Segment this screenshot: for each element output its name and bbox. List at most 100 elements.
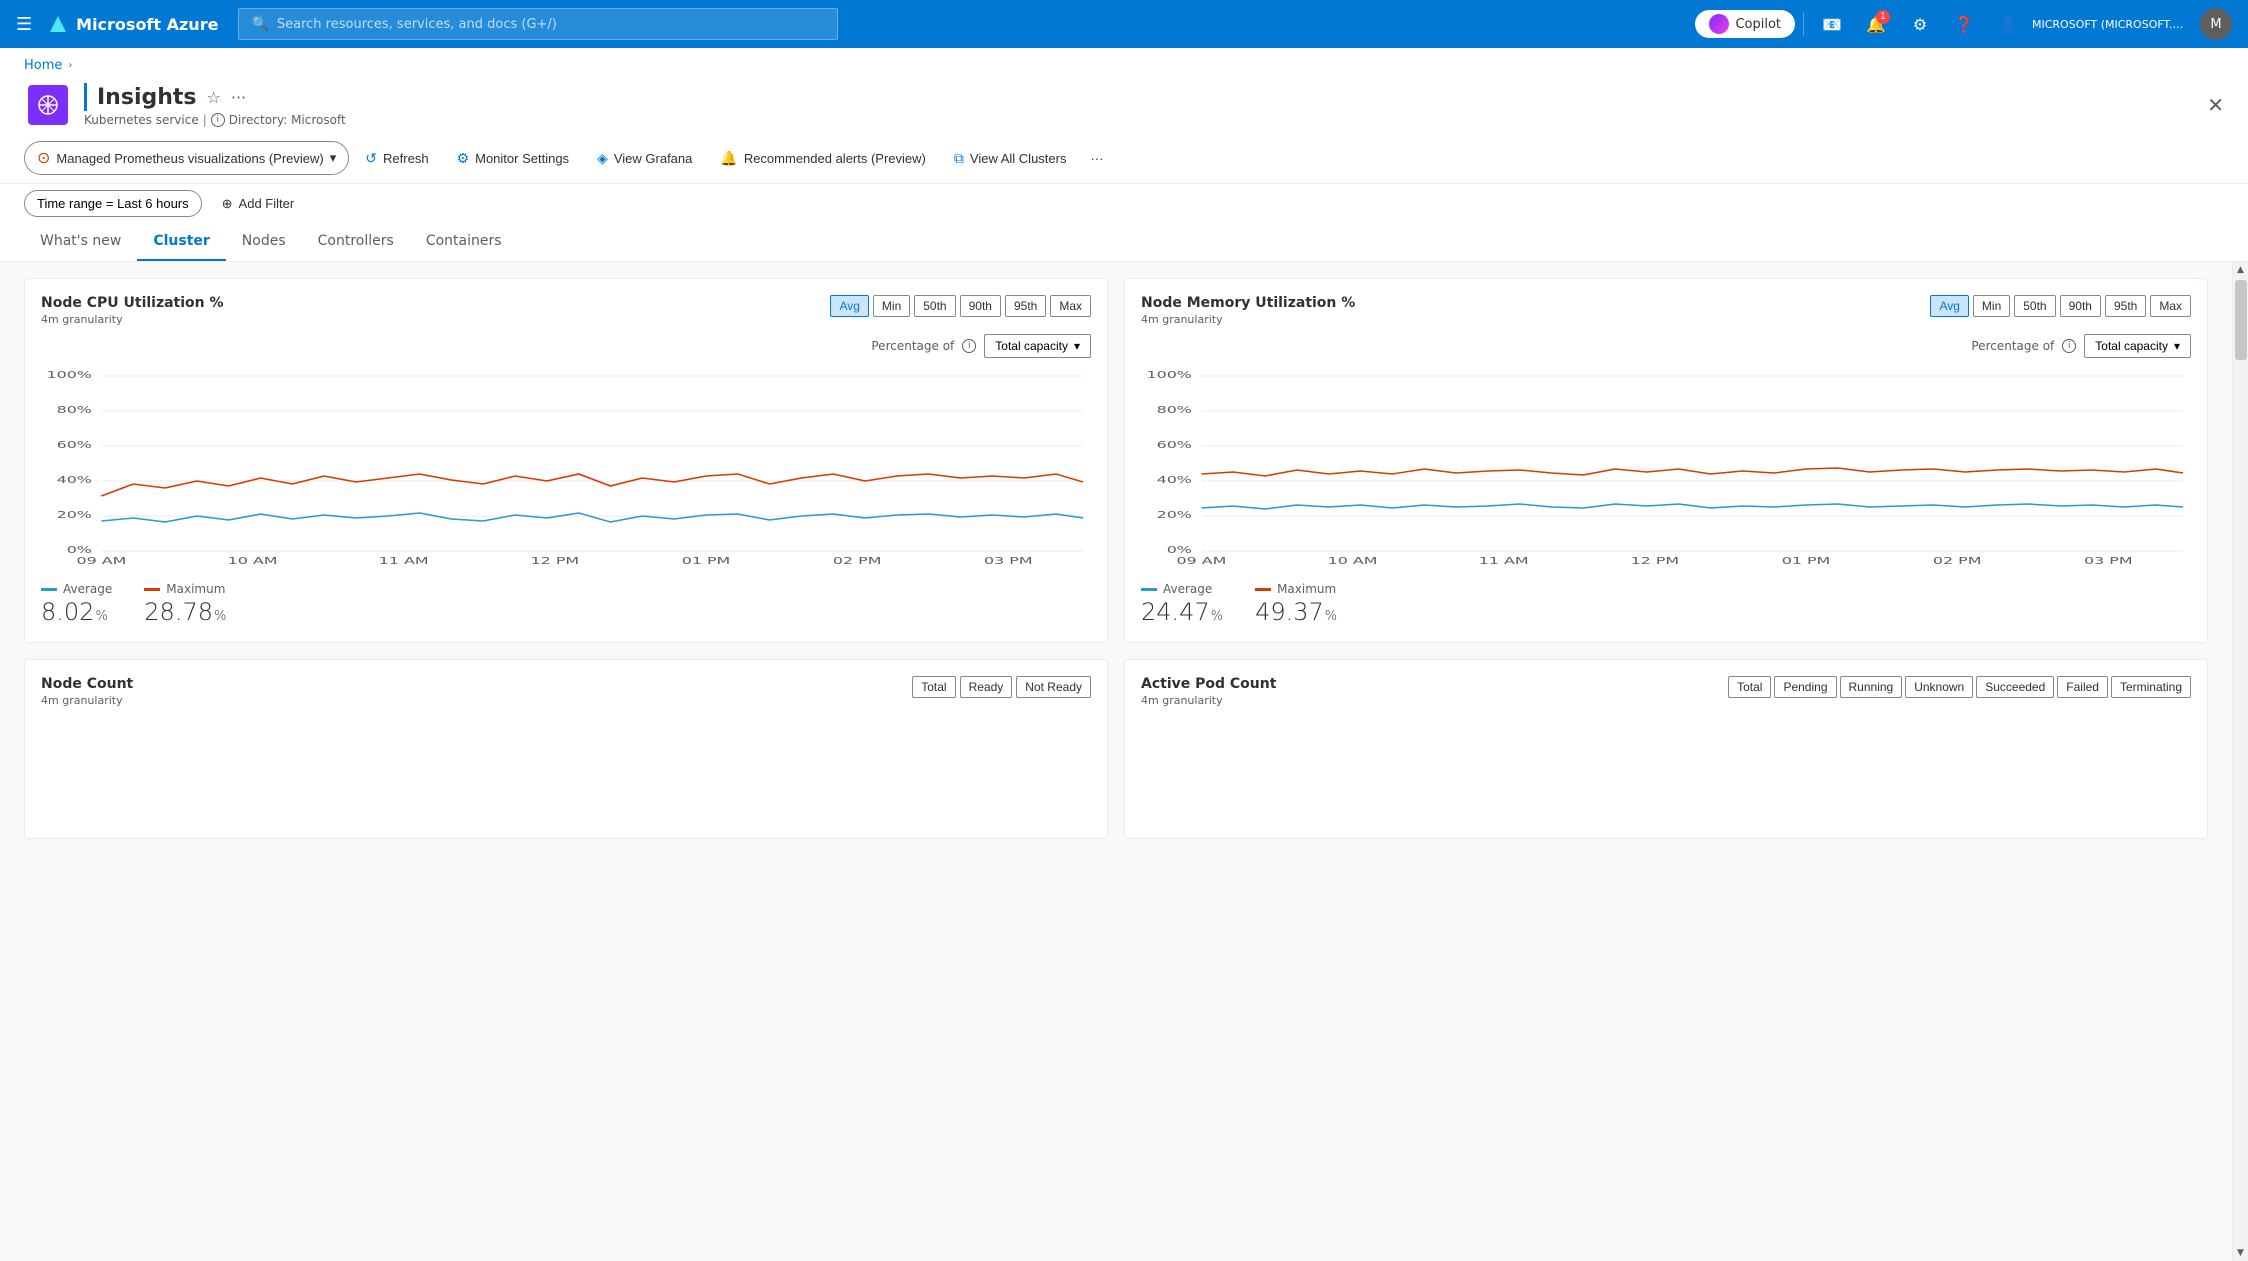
- pod-ctrl-succeeded[interactable]: Succeeded: [1976, 676, 2054, 698]
- main-with-scroll: Node CPU Utilization % 4m granularity Av…: [0, 262, 2232, 1261]
- tabs: What's new Cluster Nodes Controllers Con…: [0, 223, 2248, 262]
- memory-max-value: 49.37%: [1255, 598, 1337, 626]
- top-nav: ☰ Microsoft Azure 🔍 Search resources, se…: [0, 0, 2248, 48]
- add-filter-icon: ⊕: [222, 196, 233, 212]
- memory-ctrl-50th[interactable]: 50th: [2014, 295, 2055, 317]
- cpu-ctrl-min[interactable]: Min: [873, 295, 910, 317]
- favorite-icon[interactable]: ☆: [207, 88, 221, 107]
- pod-ctrl-pending[interactable]: Pending: [1774, 676, 1836, 698]
- breadcrumb-home[interactable]: Home: [24, 58, 62, 73]
- settings-button[interactable]: ⚙: [1900, 4, 1940, 44]
- prometheus-dropdown-button[interactable]: ⊙ Managed Prometheus visualizations (Pre…: [24, 141, 349, 175]
- memory-percentage-label: Percentage of: [1971, 339, 2054, 353]
- monitor-settings-button[interactable]: ⚙ Monitor Settings: [445, 144, 582, 173]
- memory-ctrl-95th[interactable]: 95th: [2105, 295, 2146, 317]
- memory-ctrl-min[interactable]: Min: [1973, 295, 2010, 317]
- cpu-max-label: Maximum: [166, 582, 225, 596]
- pod-ctrl-running[interactable]: Running: [1840, 676, 1903, 698]
- pod-ctrl-terminating[interactable]: Terminating: [2111, 676, 2191, 698]
- cpu-ctrl-max[interactable]: Max: [1050, 295, 1091, 317]
- cpu-ctrl-50th[interactable]: 50th: [914, 295, 955, 317]
- memory-info-icon[interactable]: i: [2062, 339, 2076, 353]
- cpu-capacity-dropdown[interactable]: Total capacity ▾: [984, 334, 1091, 358]
- search-icon: 🔍: [251, 16, 268, 32]
- svg-text:12 PM: 12 PM: [1631, 556, 1680, 566]
- pod-ctrl-total[interactable]: Total: [1728, 676, 1771, 698]
- svg-text:03 PM: 03 PM: [984, 556, 1033, 566]
- pod-ctrl-failed[interactable]: Failed: [2057, 676, 2108, 698]
- svg-text:09 AM: 09 AM: [77, 556, 127, 566]
- more-options-icon[interactable]: ···: [231, 88, 246, 107]
- node-count-granularity: 4m granularity: [41, 694, 133, 707]
- node-ctrl-ready[interactable]: Ready: [960, 676, 1013, 698]
- cpu-ctrl-90th[interactable]: 90th: [960, 295, 1001, 317]
- tab-nodes[interactable]: Nodes: [226, 223, 302, 261]
- cpu-info-icon[interactable]: i: [962, 339, 976, 353]
- cpu-ctrl-95th[interactable]: 95th: [1005, 295, 1046, 317]
- refresh-label: Refresh: [383, 151, 429, 166]
- pod-ctrl-unknown[interactable]: Unknown: [1905, 676, 1973, 698]
- cpu-percentage-label: Percentage of: [871, 339, 954, 353]
- toolbar-more-button[interactable]: ···: [1082, 145, 1111, 172]
- memory-ctrl-avg[interactable]: Avg: [1930, 295, 1968, 317]
- scroll-up-arrow[interactable]: ▲: [2235, 264, 2247, 276]
- tab-cluster[interactable]: Cluster: [137, 223, 225, 261]
- avatar: M: [2200, 8, 2232, 40]
- account-settings-button[interactable]: 👤: [1988, 4, 2028, 44]
- memory-chart-header: Node Memory Utilization % 4m granularity…: [1141, 295, 2191, 326]
- scrollbar[interactable]: ▲ ▼: [2232, 262, 2248, 1261]
- prometheus-label: Managed Prometheus visualizations (Previ…: [56, 151, 323, 166]
- svg-text:40%: 40%: [1157, 475, 1192, 486]
- scroll-thumb[interactable]: [2235, 280, 2247, 360]
- cpu-chart-svg: 100% 80% 60% 40% 20% 0%: [41, 366, 1091, 566]
- memory-ctrl-max[interactable]: Max: [2150, 295, 2191, 317]
- layout-right: Node CPU Utilization % 4m granularity Av…: [0, 262, 2248, 1261]
- search-placeholder: Search resources, services, and docs (G+…: [277, 17, 557, 32]
- feedback-button[interactable]: 📧: [1812, 4, 1852, 44]
- notifications-button[interactable]: 🔔 1: [1856, 4, 1896, 44]
- view-all-clusters-button[interactable]: ⧉ View All Clusters: [942, 144, 1079, 173]
- pod-count-granularity: 4m granularity: [1141, 694, 1276, 707]
- svg-text:40%: 40%: [57, 475, 92, 486]
- view-grafana-button[interactable]: ◈ View Grafana: [585, 144, 704, 173]
- node-count-card: Node Count 4m granularity Total Ready No…: [24, 659, 1108, 839]
- tab-whats-new[interactable]: What's new: [24, 223, 137, 261]
- scroll-down-arrow[interactable]: ▼: [2235, 1247, 2247, 1259]
- help-button[interactable]: ❓: [1944, 4, 1984, 44]
- svg-text:100%: 100%: [46, 370, 91, 381]
- cpu-ctrl-avg[interactable]: Avg: [830, 295, 868, 317]
- cpu-chart-svg-wrap: 100% 80% 60% 40% 20% 0%: [41, 366, 1091, 566]
- memory-ctrl-90th[interactable]: 90th: [2060, 295, 2101, 317]
- page-subtitle: Kubernetes service | i Directory: Micros…: [84, 113, 346, 127]
- svg-text:09 AM: 09 AM: [1177, 556, 1227, 566]
- pod-count-title: Active Pod Count: [1141, 676, 1276, 692]
- hamburger-icon[interactable]: ☰: [16, 14, 32, 35]
- recommended-alerts-button[interactable]: 🔔 Recommended alerts (Preview): [708, 144, 938, 173]
- memory-capacity-dropdown[interactable]: Total capacity ▾: [2084, 334, 2191, 358]
- node-ctrl-total[interactable]: Total: [912, 676, 955, 698]
- account-display[interactable]: MICROSOFT (MICROSOFT.ONMI... M: [2032, 8, 2232, 40]
- svg-text:80%: 80%: [1157, 405, 1192, 416]
- refresh-button[interactable]: ↺ Refresh: [353, 144, 440, 173]
- svg-text:80%: 80%: [57, 405, 92, 416]
- tab-containers[interactable]: Containers: [410, 223, 518, 261]
- add-filter-button[interactable]: ⊕ Add Filter: [210, 191, 307, 217]
- svg-text:60%: 60%: [57, 440, 92, 451]
- time-range-button[interactable]: Time range = Last 6 hours: [24, 190, 202, 217]
- node-ctrl-not-ready[interactable]: Not Ready: [1016, 676, 1091, 698]
- cpu-chart-granularity: 4m granularity: [41, 313, 224, 326]
- filter-bar: Time range = Last 6 hours ⊕ Add Filter: [0, 184, 2248, 223]
- prometheus-chevron-icon: ▾: [330, 150, 337, 166]
- pod-count-card: Active Pod Count 4m granularity Total Pe…: [1124, 659, 2208, 839]
- node-count-title: Node Count: [41, 676, 133, 692]
- svg-text:20%: 20%: [57, 510, 92, 521]
- view-all-clusters-label: View All Clusters: [970, 151, 1067, 166]
- tab-controllers[interactable]: Controllers: [302, 223, 410, 261]
- more-icon: ···: [1090, 151, 1103, 166]
- close-button[interactable]: ✕: [2207, 93, 2224, 118]
- memory-avg-value: 24.47%: [1141, 598, 1223, 626]
- add-filter-label: Add Filter: [239, 196, 295, 211]
- search-bar[interactable]: 🔍 Search resources, services, and docs (…: [238, 8, 838, 40]
- prometheus-icon: ⊙: [37, 148, 50, 168]
- copilot-button[interactable]: Copilot: [1695, 10, 1795, 38]
